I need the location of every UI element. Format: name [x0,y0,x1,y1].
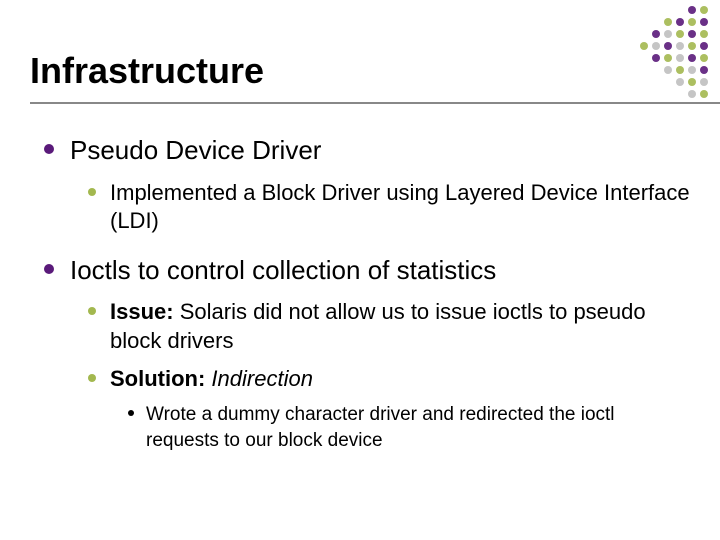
bullet-list: Pseudo Device Driver Implemented a Block… [30,134,690,453]
dot [640,6,648,14]
dot [676,30,684,38]
list-item: Solution: Indirection Wrote a dummy char… [110,365,690,453]
bullet-text: Solution: Indirection [110,365,690,394]
dot [616,30,624,38]
dot [676,18,684,26]
dot [616,6,624,14]
list-item: Pseudo Device Driver Implemented a Block… [70,134,690,236]
dot [688,42,696,50]
bullet-text: Issue: Solaris did not allow us to issue… [110,298,690,355]
dot [640,30,648,38]
dot [652,30,660,38]
list-item: Issue: Solaris did not allow us to issue… [110,298,690,355]
issue-label: Issue: [110,299,174,324]
bullet-text: Pseudo Device Driver [70,134,690,167]
dot [664,6,672,14]
solution-label: Solution: [110,366,205,391]
list-item: Wrote a dummy character driver and redir… [146,402,690,453]
list-item: Ioctls to control collection of statisti… [70,254,690,454]
sub-list: Implemented a Block Driver using Layered… [70,179,690,236]
bullet-text: Implemented a Block Driver using Layered… [110,179,690,236]
slide-title: Infrastructure [30,50,690,92]
dot [628,42,636,50]
dot [616,18,624,26]
dot [700,90,708,98]
title-block: Infrastructure [30,50,690,104]
dot [688,6,696,14]
dot [640,18,648,26]
sub-list: Issue: Solaris did not allow us to issue… [70,298,690,453]
dot [616,42,624,50]
dot [700,54,708,62]
dot [700,78,708,86]
dot [664,42,672,50]
dot [688,30,696,38]
dot [652,18,660,26]
dot [700,18,708,26]
bullet-text: Wrote a dummy character driver and redir… [146,402,690,453]
dot [628,30,636,38]
list-item: Implemented a Block Driver using Layered… [110,179,690,236]
title-underline [30,102,720,104]
dot [688,18,696,26]
dot [640,42,648,50]
dot [700,30,708,38]
slide: Infrastructure Pseudo Device Driver Impl… [0,0,720,540]
solution-rest: Indirection [205,366,313,391]
dot [628,18,636,26]
dot [664,30,672,38]
dot [700,66,708,74]
bullet-text: Ioctls to control collection of statisti… [70,254,690,287]
dot [664,18,672,26]
sub-sub-list: Wrote a dummy character driver and redir… [110,402,690,453]
dot [700,6,708,14]
issue-rest: Solaris did not allow us to issue ioctls… [110,299,646,353]
dot [700,42,708,50]
dot [676,42,684,50]
dot [652,6,660,14]
dot [652,42,660,50]
dot [676,6,684,14]
dot [628,6,636,14]
